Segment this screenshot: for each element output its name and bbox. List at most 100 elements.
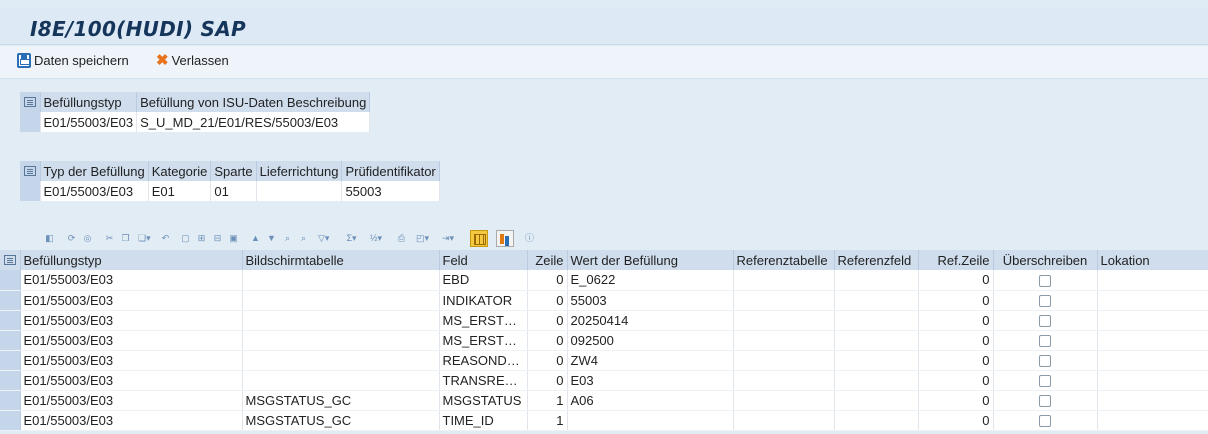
table-row[interactable]: E01/55003/E03 REASONDET... 0 ZW4 0 [0,350,1208,371]
table-cell[interactable]: MSGSTATUS [439,390,528,411]
table-cell[interactable]: 20250414 [567,310,734,331]
table-row[interactable]: E01/55003/E03 TRANSREAS... 0 E03 0 [0,370,1208,391]
table-cell[interactable] [834,370,919,391]
table-cell[interactable]: 0 [527,370,568,391]
table-cell[interactable]: ZW4 [567,350,734,371]
table-cell[interactable]: 1 [527,390,568,411]
column-header[interactable]: Lieferrichtung [256,161,343,181]
location-cell[interactable] [1097,290,1208,311]
column-header[interactable]: Lokation [1097,250,1208,270]
find-icon[interactable]: ⌕ [282,233,293,244]
column-header[interactable]: Feld [439,250,528,270]
overwrite-checkbox[interactable] [1039,315,1051,328]
table-cell[interactable] [256,181,343,201]
layout-grid-icon[interactable] [470,230,488,247]
table-cell[interactable]: 0 [527,350,568,371]
table-cell[interactable]: 0 [527,270,568,291]
table-cell[interactable]: 0 [918,390,994,411]
table-cell[interactable] [733,390,835,411]
table-row[interactable]: E01/55003/E03 MSGSTATUS_GC MSGSTATUS 1 A06 0 [0,390,1208,411]
table-cell[interactable]: E_0622 [567,270,734,291]
row-selector[interactable] [0,330,21,351]
table-cell[interactable] [733,410,835,431]
undo-icon[interactable]: ↶ [160,233,171,244]
table-cell[interactable] [834,330,919,351]
table-cell[interactable]: TRANSREAS... [439,370,528,391]
refresh-icon[interactable]: ⟳ [66,233,77,244]
column-header[interactable]: Referenztabelle [733,250,835,270]
column-header[interactable]: Typ der Befüllung [40,161,149,181]
table-cell[interactable]: S_U_MD_21/E01/RES/55003/E03 [136,112,371,132]
location-cell[interactable] [1097,270,1208,291]
overwrite-checkbox[interactable] [1039,375,1051,388]
overwrite-checkbox[interactable] [1039,335,1051,348]
table-row[interactable]: E01/55003/E03 MSGSTATUS_GC TIME_ID 1 0 [0,410,1208,431]
table-cell[interactable]: 01 [210,181,257,201]
row-selector[interactable] [0,350,21,371]
table-cell[interactable] [733,290,835,311]
table-cell[interactable]: E01/55003/E03 [20,290,243,311]
table-cell[interactable]: 0 [527,310,568,331]
table-cell[interactable]: 0 [918,330,994,351]
table-cell[interactable] [733,350,835,371]
table-cell[interactable]: 0 [918,410,994,431]
table-cell[interactable]: EBD [439,270,528,291]
table-cell[interactable]: MSGSTATUS_GC [242,390,440,411]
overwrite-checkbox[interactable] [1039,274,1051,287]
table-cell[interactable]: 0 [527,330,568,351]
location-cell[interactable] [1097,330,1208,351]
filter-dropdown-icon[interactable]: ▽▾ [318,233,329,244]
append-row-icon[interactable]: ▢ [180,233,191,244]
select-all-button[interactable] [0,250,21,270]
print-icon[interactable]: ⎙ [396,233,407,244]
table-cell[interactable]: 092500 [567,330,734,351]
table-cell[interactable] [834,410,919,431]
column-header[interactable]: Wert der Befüllung [567,250,734,270]
location-cell[interactable] [1097,350,1208,371]
column-header[interactable]: Prüfidentifikator [341,161,440,181]
table-cell[interactable] [733,310,835,331]
column-header[interactable]: Referenzfeld [834,250,919,270]
insert-row-icon[interactable]: ⊞ [196,233,207,244]
table-cell[interactable]: 1 [527,410,568,431]
save-button[interactable]: Daten speichern [17,53,129,68]
sort-descending-icon[interactable]: ▼ [266,233,277,244]
table-cell[interactable]: INDIKATOR [439,290,528,311]
table-cell[interactable]: 0 [527,290,568,311]
table-cell[interactable]: TIME_ID [439,410,528,431]
table-cell[interactable]: E01/55003/E03 [20,310,243,331]
table-cell[interactable]: 55003 [341,181,440,201]
export-dropdown-icon[interactable]: ⇥▾ [442,233,454,244]
select-all-button[interactable] [20,92,41,112]
table-cell[interactable]: E01/55003/E03 [20,390,243,411]
table-cell[interactable] [834,310,919,331]
overwrite-checkbox[interactable] [1039,415,1051,428]
row-selector[interactable] [0,370,21,391]
table-cell[interactable]: E01/55003/E03 [40,181,149,201]
table-cell[interactable]: 55003 [567,290,734,311]
views-dropdown-icon[interactable]: ◰▾ [416,233,429,244]
row-selector[interactable] [20,112,41,132]
paste-dropdown-icon[interactable]: ❏▾ [138,233,151,244]
table-cell[interactable] [733,330,835,351]
select-all-button[interactable] [20,161,41,181]
overwrite-checkbox[interactable] [1039,355,1051,368]
row-selector[interactable] [20,181,41,201]
table-cell[interactable]: E03 [567,370,734,391]
row-selector[interactable] [0,310,21,331]
location-cell[interactable] [1097,370,1208,391]
table-cell[interactable]: 0 [918,370,994,391]
table-cell[interactable]: A06 [567,390,734,411]
row-selector[interactable] [0,270,21,291]
table-row[interactable]: E01/55003/E03MS_ERSTELL...00925000 [0,330,1208,351]
column-header[interactable]: Ref.Zeile [918,250,994,270]
column-header[interactable]: Befüllungstyp [40,92,138,112]
sort-ascending-icon[interactable]: ▲ [250,233,261,244]
table-cell[interactable]: E01/55003/E03 [40,112,138,132]
table-cell[interactable]: 0 [918,290,994,311]
column-header[interactable]: Befüllungstyp [20,250,243,270]
duplicate-row-icon[interactable]: ▣ [228,233,239,244]
table-cell[interactable]: MS_ERSTELL... [439,310,528,331]
cut-icon[interactable]: ✂ [104,233,115,244]
table-cell[interactable] [242,310,440,331]
